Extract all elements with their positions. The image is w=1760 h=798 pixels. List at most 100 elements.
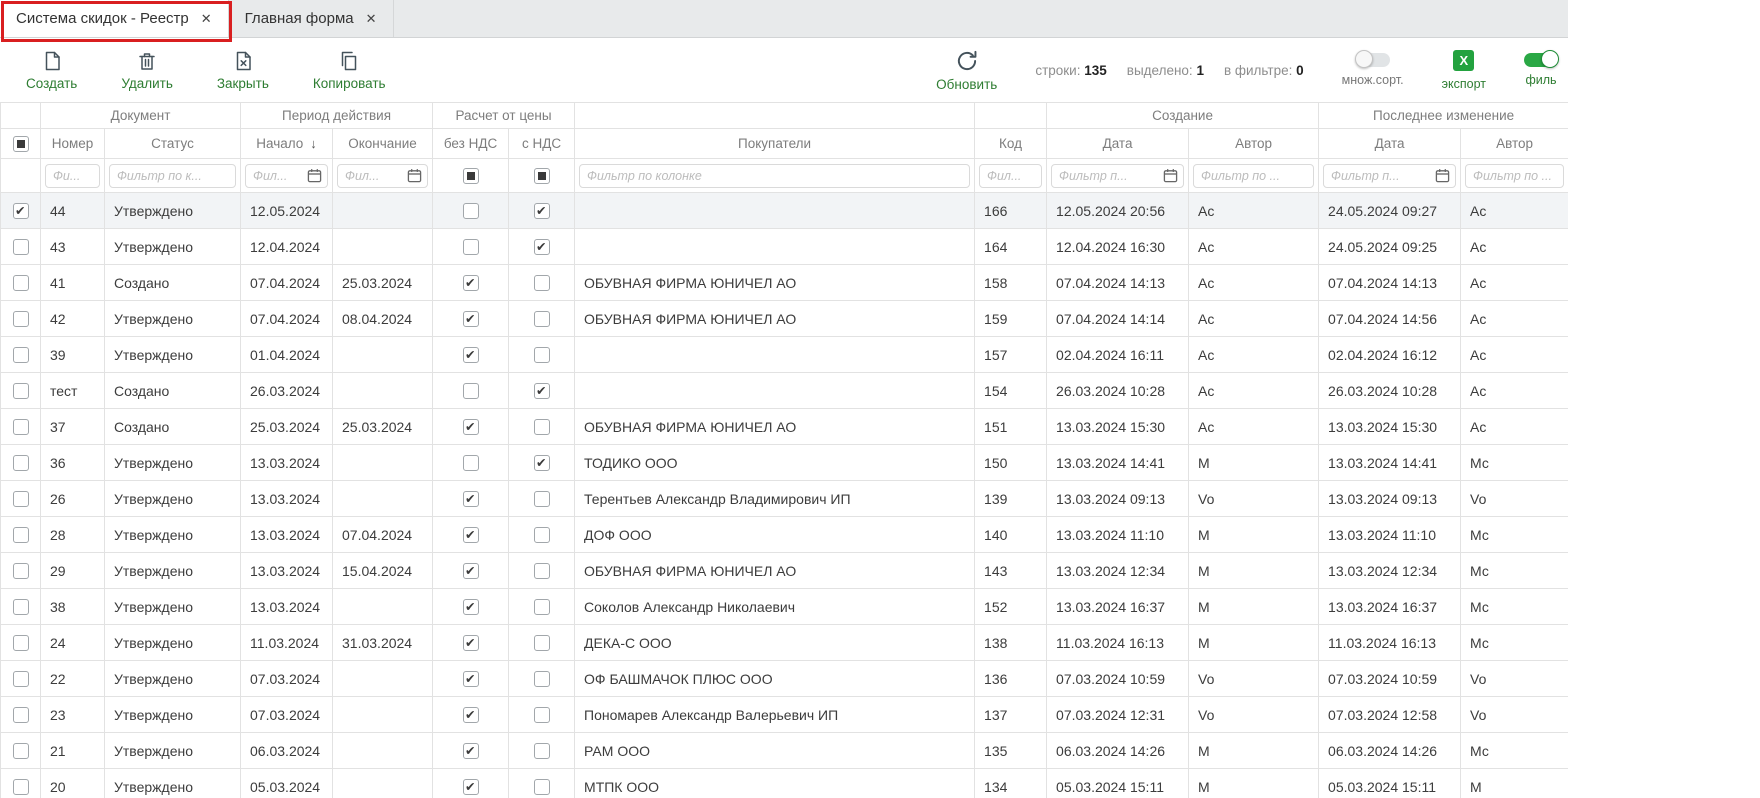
row-select-checkbox[interactable] (13, 455, 29, 471)
no-vat-checkbox[interactable] (463, 707, 479, 723)
calendar-icon[interactable] (1435, 168, 1450, 183)
row-select-cell[interactable] (1, 625, 41, 661)
with-vat-cell[interactable] (509, 265, 575, 301)
with-vat-cell[interactable] (509, 517, 575, 553)
row-select-checkbox[interactable] (13, 707, 29, 723)
row-select-cell[interactable] (1, 697, 41, 733)
no-vat-checkbox[interactable] (463, 383, 479, 399)
row-select-cell[interactable] (1, 193, 41, 229)
row-select-checkbox[interactable] (13, 491, 29, 507)
filter-toggle[interactable]: филь (1524, 53, 1558, 87)
with-vat-checkbox[interactable] (534, 635, 550, 651)
no-vat-cell[interactable] (433, 697, 509, 733)
close-document-button[interactable]: Закрыть (217, 49, 269, 91)
with-vat-checkbox[interactable] (534, 347, 550, 363)
with-vat-cell[interactable] (509, 589, 575, 625)
no-vat-cell[interactable] (433, 193, 509, 229)
table-row[interactable]: 39Утверждено01.04.202415702.04.2024 16:1… (1, 337, 1569, 373)
table-row[interactable]: 41Создано07.04.202425.03.2024ОБУВНАЯ ФИР… (1, 265, 1569, 301)
row-select-checkbox[interactable] (13, 599, 29, 615)
no-vat-cell[interactable] (433, 337, 509, 373)
with-vat-filter-checkbox[interactable] (534, 168, 550, 184)
row-select-checkbox[interactable] (13, 563, 29, 579)
with-vat-cell[interactable] (509, 625, 575, 661)
table-row[interactable]: 36Утверждено13.03.2024ТОДИКО ООО15013.03… (1, 445, 1569, 481)
with-vat-checkbox[interactable] (534, 491, 550, 507)
row-select-checkbox[interactable] (13, 347, 29, 363)
row-select-cell[interactable] (1, 265, 41, 301)
buyers-filter-input[interactable] (579, 164, 970, 188)
row-select-checkbox[interactable] (13, 419, 29, 435)
create-date-filter-input[interactable] (1054, 166, 1161, 186)
tab-main-form[interactable]: Главная форма ✕ (229, 0, 394, 37)
no-vat-checkbox[interactable] (463, 779, 479, 795)
row-select-checkbox[interactable] (13, 671, 29, 687)
no-vat-checkbox[interactable] (463, 635, 479, 651)
no-vat-cell[interactable] (433, 481, 509, 517)
table-row[interactable]: 37Создано25.03.202425.03.2024ОБУВНАЯ ФИР… (1, 409, 1569, 445)
no-vat-checkbox[interactable] (463, 419, 479, 435)
table-row[interactable]: 42Утверждено07.04.202408.04.2024ОБУВНАЯ … (1, 301, 1569, 337)
no-vat-cell[interactable] (433, 373, 509, 409)
no-vat-cell[interactable] (433, 769, 509, 798)
row-select-checkbox[interactable] (13, 311, 29, 327)
tab-close-icon[interactable]: ✕ (201, 12, 212, 25)
end-filter-input[interactable] (340, 166, 405, 186)
no-vat-checkbox[interactable] (463, 203, 479, 219)
delete-button[interactable]: Удалить (121, 49, 173, 91)
excel-export-button[interactable]: X экспорт (1442, 50, 1486, 91)
with-vat-cell[interactable] (509, 409, 575, 445)
no-vat-cell[interactable] (433, 589, 509, 625)
with-vat-cell[interactable] (509, 193, 575, 229)
with-vat-checkbox[interactable] (534, 275, 550, 291)
with-vat-cell[interactable] (509, 301, 575, 337)
row-select-checkbox[interactable] (13, 383, 29, 399)
col-with-vat[interactable]: с НДС (509, 129, 575, 159)
table-row[interactable]: 44Утверждено12.05.202416612.05.2024 20:5… (1, 193, 1569, 229)
row-select-cell[interactable] (1, 301, 41, 337)
start-filter-input[interactable] (248, 166, 305, 186)
row-select-checkbox[interactable] (13, 239, 29, 255)
col-create-author[interactable]: Автор (1189, 129, 1319, 159)
table-row[interactable]: 38Утверждено13.03.2024Соколов Александр … (1, 589, 1569, 625)
with-vat-checkbox[interactable] (534, 707, 550, 723)
refresh-button[interactable]: Обновить (936, 48, 997, 92)
with-vat-cell[interactable] (509, 445, 575, 481)
with-vat-cell[interactable] (509, 481, 575, 517)
no-vat-cell[interactable] (433, 265, 509, 301)
no-vat-cell[interactable] (433, 625, 509, 661)
no-vat-cell[interactable] (433, 661, 509, 697)
change-date-filter-input[interactable] (1326, 166, 1433, 186)
row-select-cell[interactable] (1, 229, 41, 265)
table-row[interactable]: 23Утверждено07.03.2024Пономарев Александ… (1, 697, 1569, 733)
table-row[interactable]: 26Утверждено13.03.2024Терентьев Александ… (1, 481, 1569, 517)
col-no-vat[interactable]: без НДС (433, 129, 509, 159)
row-select-checkbox[interactable] (13, 743, 29, 759)
no-vat-checkbox[interactable] (463, 671, 479, 687)
row-select-checkbox[interactable] (13, 635, 29, 651)
calendar-icon[interactable] (1163, 168, 1178, 183)
row-select-checkbox[interactable] (13, 203, 29, 219)
change-author-filter-input[interactable] (1465, 164, 1564, 188)
with-vat-cell[interactable] (509, 769, 575, 798)
col-number[interactable]: Номер (41, 129, 105, 159)
with-vat-checkbox[interactable] (534, 455, 550, 471)
no-vat-cell[interactable] (433, 301, 509, 337)
table-row[interactable]: 28Утверждено13.03.202407.04.2024ДОФ ООО1… (1, 517, 1569, 553)
tab-close-icon[interactable]: ✕ (366, 12, 377, 25)
select-all-checkbox[interactable] (13, 136, 29, 152)
with-vat-cell[interactable] (509, 553, 575, 589)
col-start[interactable]: Начало↓ (241, 129, 333, 159)
no-vat-cell[interactable] (433, 445, 509, 481)
col-end[interactable]: Окончание (333, 129, 433, 159)
with-vat-checkbox[interactable] (534, 239, 550, 255)
row-select-cell[interactable] (1, 517, 41, 553)
row-select-cell[interactable] (1, 409, 41, 445)
with-vat-checkbox[interactable] (534, 383, 550, 399)
no-vat-cell[interactable] (433, 409, 509, 445)
table-row[interactable]: тестСоздано26.03.202415426.03.2024 10:28… (1, 373, 1569, 409)
row-select-cell[interactable] (1, 769, 41, 798)
filter-switch-icon[interactable] (1524, 53, 1558, 67)
row-select-cell[interactable] (1, 733, 41, 769)
no-vat-filter-checkbox[interactable] (463, 168, 479, 184)
